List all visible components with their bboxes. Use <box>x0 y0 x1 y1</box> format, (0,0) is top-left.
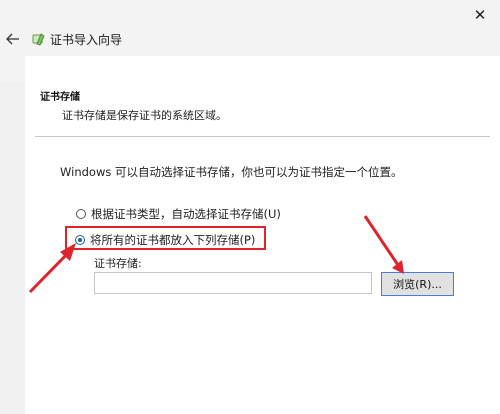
close-icon: ✕ <box>473 6 487 24</box>
close-button[interactable]: ✕ <box>460 2 500 28</box>
back-arrow-icon <box>6 33 19 45</box>
instruction-text: Windows 可以自动选择证书存储，你也可以为证书指定一个位置。 <box>60 165 403 179</box>
back-button[interactable] <box>4 30 22 48</box>
radio-button-checked[interactable] <box>75 235 85 245</box>
section-description: 证书存储是保存证书的系统区域。 <box>62 109 227 122</box>
wizard-title: 证书导入向导 <box>50 33 123 47</box>
section-title: 证书存储 <box>40 92 80 103</box>
certificate-wizard-icon <box>32 33 45 46</box>
certificate-store-label: 证书存储: <box>94 257 142 270</box>
divider <box>35 136 490 137</box>
radio-place-all[interactable]: 将所有的证书都放入下列存储(P) <box>75 232 255 248</box>
certificate-store-input[interactable] <box>94 272 372 294</box>
browse-button[interactable]: 浏览(R)... <box>381 272 454 296</box>
radio-auto-label: 根据证书类型，自动选择证书存储(U) <box>91 207 281 221</box>
wizard-content: 证书存储 证书存储是保存证书的系统区域。 Windows 可以自动选择证书存储，… <box>25 56 500 414</box>
radio-auto-select[interactable]: 根据证书类型，自动选择证书存储(U) <box>76 206 281 222</box>
radio-button-unchecked[interactable] <box>76 209 86 219</box>
radio-all-label: 将所有的证书都放入下列存储(P) <box>90 233 256 247</box>
